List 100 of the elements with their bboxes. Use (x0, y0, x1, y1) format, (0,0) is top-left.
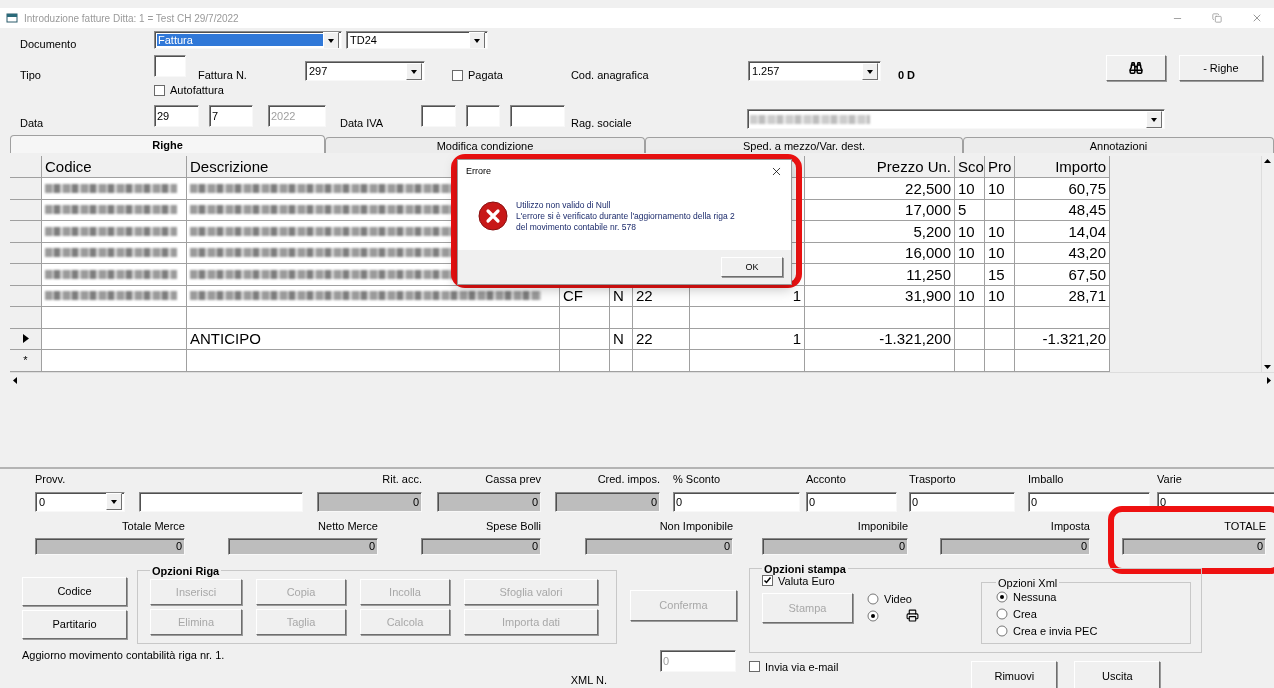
input-field[interactable] (154, 55, 186, 77)
field-label: TOTALE (1224, 519, 1266, 532)
table-cell: 10 (985, 242, 1015, 264)
radio-label: Video (884, 593, 912, 605)
column-header[interactable]: Prezzo Un. (805, 156, 955, 178)
total-field: 0 (940, 537, 1090, 555)
table-cell (985, 307, 1015, 329)
balance-text: 0 D (897, 69, 916, 81)
dropdown[interactable]: 0 (35, 491, 125, 512)
checkbox[interactable] (452, 69, 463, 81)
column-header[interactable]: Pro (985, 156, 1015, 178)
dropdown[interactable]: 1.257 (747, 61, 881, 81)
printer-icon (906, 609, 919, 622)
caret-icon[interactable] (323, 32, 339, 48)
column-header[interactable]: Sco (955, 156, 985, 178)
dropdown[interactable] (747, 109, 1165, 129)
input-field[interactable]: 0 (806, 491, 897, 512)
caret-icon[interactable] (1146, 110, 1162, 128)
checkbox[interactable] (749, 661, 760, 672)
tab[interactable]: Righe (10, 135, 325, 153)
table-cell: 48,45 (1015, 199, 1110, 221)
field-label: Non Imponibile (659, 519, 733, 532)
input-field[interactable]: 0 (673, 491, 800, 512)
tab[interactable]: Annotazioni (963, 137, 1274, 153)
date-field[interactable] (421, 105, 456, 127)
radio-label: Nessuna (1013, 590, 1057, 603)
input-field[interactable] (139, 491, 303, 512)
checkbox[interactable] (154, 84, 165, 96)
total-field: 0 (228, 537, 378, 555)
checkbox-label: Autofattura (170, 84, 224, 96)
field-label: XML N. (570, 673, 607, 686)
field-label: Imposta (1050, 519, 1090, 532)
rows-button[interactable]: - Righe (1178, 55, 1263, 81)
radio-button[interactable] (996, 607, 1008, 620)
row-header[interactable]: * (10, 350, 42, 372)
radio-label: Crea (1013, 607, 1037, 620)
side-button[interactable]: Codice (22, 576, 127, 606)
footer-button[interactable]: Uscita (1074, 660, 1161, 688)
table-cell (985, 199, 1015, 221)
table-cell (955, 328, 985, 350)
table-cell: 10 (985, 285, 1015, 307)
table-cell (560, 328, 610, 350)
radio-button[interactable] (867, 593, 879, 605)
caret-icon[interactable] (469, 32, 485, 48)
group-title: Opzioni Riga (151, 564, 221, 577)
dropdown[interactable]: Fattura (154, 31, 342, 49)
field-label: Netto Merce (318, 519, 378, 532)
table-cell: 28,71 (1015, 285, 1110, 307)
table-cell: 43,20 (1015, 242, 1110, 264)
window-title: Introduzione fatture Ditta: 1 = Test CH 29/7/2022 (24, 12, 240, 24)
date-field[interactable]: 7 (209, 105, 253, 127)
error-message: Utilizzo non valido di Null L'errore si è verificato durante l'aggiornamento della riga 2 del movimento contabile nr. 578 (516, 199, 735, 233)
date-field[interactable] (466, 105, 500, 127)
scrollbar[interactable] (1261, 156, 1274, 372)
dialog-title: Errore (466, 166, 491, 176)
field-label: Cod. anagrafica (570, 69, 650, 81)
caret-icon[interactable] (406, 62, 422, 80)
field-label: Imballo (1028, 472, 1064, 486)
side-button[interactable]: Partitario (22, 609, 127, 639)
date-field[interactable]: 29 (154, 105, 199, 127)
radio-button[interactable] (867, 609, 879, 622)
radio-button[interactable] (996, 624, 1008, 637)
table-cell: -1.321,200 (805, 328, 955, 350)
input-field[interactable]: 0 (1028, 491, 1150, 512)
field-label: Cred. impos. (597, 472, 660, 486)
radio-button[interactable] (996, 590, 1008, 603)
dropdown[interactable]: TD24 (346, 31, 488, 49)
caret-icon[interactable] (106, 493, 122, 510)
input-field[interactable]: 0 (909, 491, 1015, 512)
table-cell: 10 (955, 221, 985, 243)
table-cell: 11,250 (805, 264, 955, 286)
dropdown[interactable]: 297 (305, 61, 425, 81)
tab[interactable]: Sped. a mezzo/Var. dest. (645, 137, 963, 153)
total-field: 0 (1122, 537, 1266, 555)
field-label: Trasporto (909, 472, 956, 486)
app-icon (6, 12, 18, 24)
field-label: Data IVA (340, 117, 385, 129)
error-icon (478, 201, 508, 231)
footer-button[interactable]: Rimuovi (971, 660, 1058, 688)
column-header[interactable]: Importo (1015, 156, 1110, 178)
caret-icon[interactable] (861, 62, 878, 80)
column-header[interactable]: Codice (42, 156, 187, 178)
table-cell (955, 264, 985, 286)
checkbox[interactable] (762, 575, 773, 586)
readonly-field: 0 (555, 491, 660, 512)
table-cell (955, 350, 985, 372)
table-cell: 22 (633, 328, 690, 350)
search-button[interactable] (1105, 55, 1166, 81)
tab[interactable]: Modifica condizione (325, 137, 645, 153)
table-cell (985, 328, 1015, 350)
date-field[interactable] (510, 105, 565, 127)
checkbox-label: Pagata (468, 69, 503, 81)
binoculars-icon (1128, 61, 1143, 75)
table-cell: 15 (985, 264, 1015, 286)
table-cell: -1.321,20 (1015, 328, 1110, 350)
row-header[interactable] (10, 328, 42, 350)
table-cell: N (610, 328, 633, 350)
table-cell: 10 (955, 285, 985, 307)
field-label: Totale Merce (122, 519, 185, 532)
ok-button[interactable]: OK (721, 257, 783, 277)
